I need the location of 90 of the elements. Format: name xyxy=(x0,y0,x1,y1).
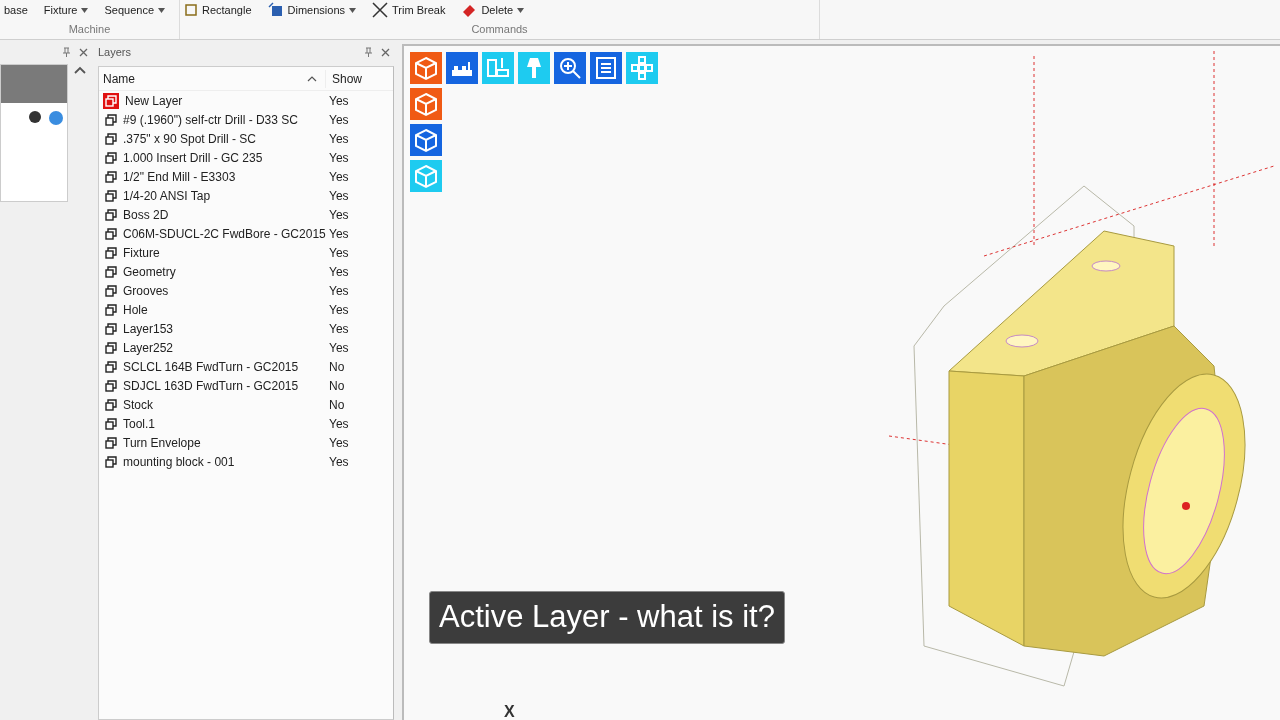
show-value: Yes xyxy=(328,282,349,300)
layer-name: Tool.1 xyxy=(123,415,156,433)
close-icon[interactable] xyxy=(79,47,88,57)
show-value: Yes xyxy=(328,244,349,262)
layer-name: Geometry xyxy=(123,263,176,281)
column-header[interactable]: Show xyxy=(325,69,363,88)
ribbon-button[interactable]: Dimensions xyxy=(267,0,356,19)
panel-header-bar xyxy=(1,65,67,103)
layer-name: Hole xyxy=(123,301,148,319)
ribbon-button[interactable]: Sequence xyxy=(104,0,166,19)
layer-row[interactable]: Grooves Yes xyxy=(99,281,393,300)
show-value: Yes xyxy=(328,168,349,186)
layer-row[interactable]: Stock No xyxy=(99,395,393,414)
show-value: No xyxy=(328,396,345,414)
show-value: Yes xyxy=(328,149,349,167)
rectangle-icon xyxy=(184,3,198,18)
ribbon-button[interactable]: Trim Break xyxy=(372,0,446,19)
info-icon[interactable] xyxy=(49,111,63,125)
layer-row[interactable]: Layer153 Yes xyxy=(99,319,393,338)
layer-name: .375" x 90 Spot Drill - SC xyxy=(123,130,256,148)
layer-name: mounting block - 001 xyxy=(123,453,235,471)
sort-icon xyxy=(307,75,317,82)
eraser-icon xyxy=(461,2,478,19)
layer-name: 1.000 Insert Drill - GC 235 xyxy=(123,149,263,167)
caption: Active Layer - what is it? xyxy=(429,591,785,644)
layer-row[interactable]: C06M-SDUCL-2C FwdBore - GC2015 Yes xyxy=(99,224,393,243)
layer-row[interactable]: .375" x 90 Spot Drill - SC Yes xyxy=(99,129,393,148)
list-tool-icon[interactable] xyxy=(590,52,622,84)
layer-name: Layer252 xyxy=(123,339,174,357)
ribbon-group-label: Machine xyxy=(67,21,112,37)
layer-name: Grooves xyxy=(123,282,169,300)
show-value: Yes xyxy=(328,301,349,319)
cube-tool-icon[interactable] xyxy=(410,88,442,120)
show-value: Yes xyxy=(328,453,349,471)
show-value: Yes xyxy=(328,339,349,357)
machine-tool-icon[interactable] xyxy=(446,52,478,84)
layer-row[interactable]: SCLCL 164B FwdTurn - GC2015 No xyxy=(99,357,393,376)
ribbon-button[interactable]: Delete xyxy=(461,0,525,19)
show-value: Yes xyxy=(328,111,349,129)
layer-row[interactable]: Boss 2D Yes xyxy=(99,205,393,224)
show-value: No xyxy=(328,358,345,376)
layer-name: Boss 2D xyxy=(123,206,169,224)
show-value: Yes xyxy=(328,263,349,281)
ribbon-button[interactable]: base xyxy=(4,0,28,19)
layer-name: Stock xyxy=(123,396,153,414)
ribbon-group-label: Commands xyxy=(470,21,529,37)
close-icon[interactable] xyxy=(381,47,390,57)
layer-row[interactable]: Geometry Yes xyxy=(99,262,393,281)
layer-name: C06M-SDUCL-2C FwdBore - GC2015 xyxy=(123,225,326,243)
ribbon-button[interactable]: Rectangle xyxy=(184,0,252,19)
panel-title: Layers xyxy=(98,44,132,60)
layer-row[interactable]: #9 (.1960") self-ctr Drill - D33 SC Yes xyxy=(99,110,393,129)
pin-icon[interactable] xyxy=(62,47,71,57)
layer-name: #9 (.1960") self-ctr Drill - D33 SC xyxy=(123,111,298,129)
layer-row[interactable]: New Layer Yes xyxy=(99,91,393,110)
show-value: Yes xyxy=(328,415,349,433)
layer-row[interactable]: SDJCL 163D FwdTurn - GC2015 No xyxy=(99,376,393,395)
layer-row[interactable]: Hole Yes xyxy=(99,300,393,319)
axis-label: X xyxy=(504,702,515,720)
zoom-tool-icon[interactable] xyxy=(554,52,586,84)
layer-name: 1/2" End Mill - E3303 xyxy=(123,168,236,186)
scroll-up-icon[interactable] xyxy=(74,66,86,74)
layer-row[interactable]: 1/2" End Mill - E3303 Yes xyxy=(99,167,393,186)
layer-name: 1/4-20 ANSI Tap xyxy=(123,187,211,205)
column-header[interactable]: Name xyxy=(99,69,307,88)
layer-name: SDJCL 163D FwdTurn - GC2015 xyxy=(123,377,299,395)
layer-row[interactable]: 1.000 Insert Drill - GC 235 Yes xyxy=(99,148,393,167)
layer-row[interactable]: Layer252 Yes xyxy=(99,338,393,357)
layer-name: New Layer xyxy=(124,92,183,110)
layer-row[interactable]: 1/4-20 ANSI Tap Yes xyxy=(99,186,393,205)
show-value: Yes xyxy=(328,130,349,148)
layer-row[interactable]: Tool.1 Yes xyxy=(99,414,393,433)
layer-row[interactable]: Fixture Yes xyxy=(99,243,393,262)
show-value: Yes xyxy=(328,320,349,338)
cube-tool-icon[interactable] xyxy=(410,124,442,156)
layer-row[interactable]: Turn Envelope Yes xyxy=(99,433,393,452)
show-value: No xyxy=(328,377,345,395)
layer-name: Layer153 xyxy=(123,320,174,338)
show-value: Yes xyxy=(328,206,349,224)
layer-name: Fixture xyxy=(123,244,160,262)
show-value: Yes xyxy=(328,225,349,243)
layer-name: SCLCL 164B FwdTurn - GC2015 xyxy=(123,358,299,376)
show-value: Yes xyxy=(328,434,349,452)
ribbon-button[interactable]: Fixture xyxy=(43,0,89,19)
pin-icon[interactable] xyxy=(364,47,373,57)
cube-tool-icon[interactable] xyxy=(410,52,442,84)
layer-row[interactable]: mounting block - 001 Yes xyxy=(99,452,393,471)
layer-name: Turn Envelope xyxy=(123,434,201,452)
show-value: Yes xyxy=(328,187,349,205)
show-value: Yes xyxy=(328,92,349,110)
